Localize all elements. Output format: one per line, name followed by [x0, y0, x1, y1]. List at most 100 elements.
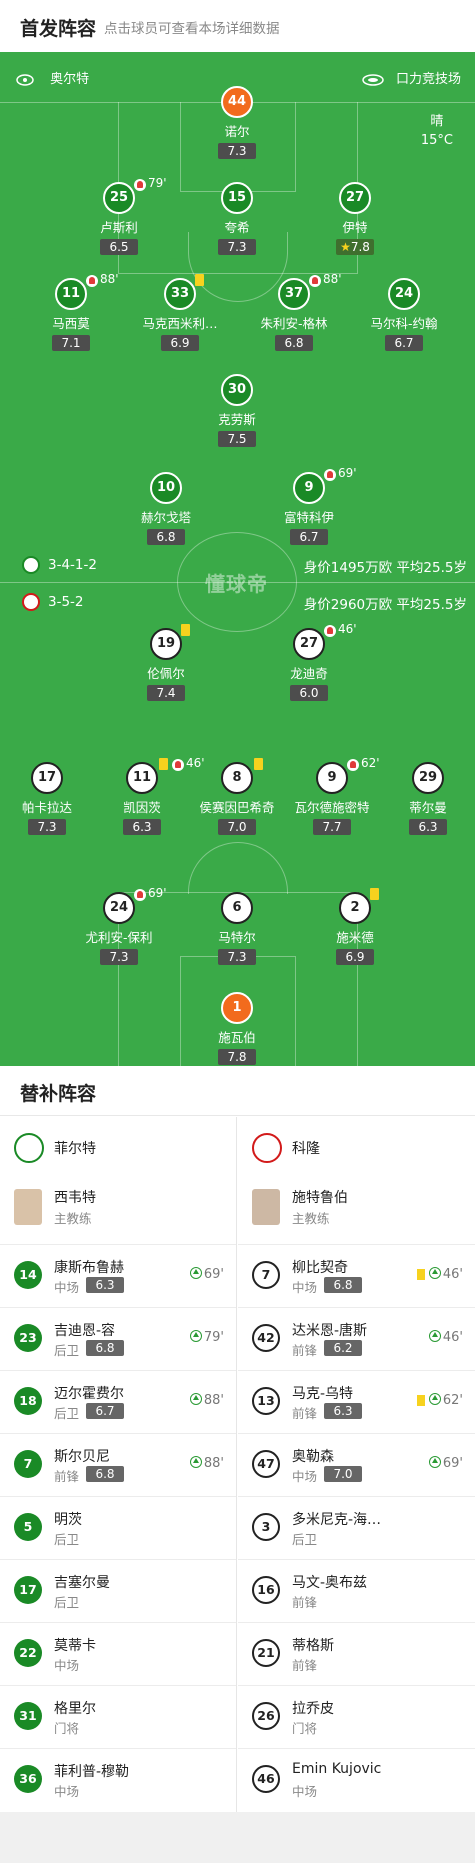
jersey-number: 24 — [388, 278, 420, 310]
lineup-header: 首发阵容 点击球员可查看本场详细数据 — [0, 0, 475, 52]
player-name: 马文-奥布兹 — [292, 1575, 368, 1591]
player-name: 伦佩尔 — [147, 666, 185, 681]
weather-info: 晴 15°C — [421, 112, 453, 150]
player-marker[interactable]: 30 克劳斯 7.5 — [182, 374, 292, 447]
sub-player-row[interactable]: 22 莫蒂卡 中场 — [0, 1623, 236, 1686]
sub-player-row[interactable]: 26 拉乔皮 门将 — [238, 1686, 475, 1749]
sub-player-row[interactable]: 7 斯尔贝尼 前锋 6.8 88' — [0, 1434, 236, 1497]
player-marker[interactable]: 27 伊特 ★7.8 — [300, 182, 410, 255]
player-marker[interactable]: 24 69' 尤利安-保利 7.3 — [64, 886, 174, 965]
lineup-title: 首发阵容 — [20, 18, 97, 40]
sub-player-row[interactable]: 16 马文-奥布兹 前锋 — [238, 1560, 475, 1623]
player-marker[interactable]: 9 69' 富特科伊 6.7 — [254, 466, 364, 545]
sub-in: 69' — [189, 1267, 224, 1282]
player-marker[interactable]: 2 施米德 6.9 — [300, 888, 410, 965]
player-position: 后卫 — [54, 1532, 80, 1547]
stadium-icon — [362, 73, 384, 86]
sub-player-row[interactable]: 21 蒂格斯 前锋 — [238, 1623, 475, 1686]
sub-in-icon — [428, 1456, 441, 1468]
jersey-number: 26 — [252, 1702, 280, 1730]
player-name: Emin Kujovic — [292, 1761, 382, 1777]
player-name: 夸希 — [224, 220, 250, 235]
player-position: 中场 — [292, 1469, 318, 1484]
sub-player-row[interactable]: 36 菲利普-穆勒 中场 — [0, 1749, 236, 1812]
sub-player-row[interactable]: 23 吉迪恩-容 后卫 6.8 79' — [0, 1308, 236, 1371]
player-marker[interactable]: 33 马克西米利… 6.9 — [125, 274, 235, 351]
jersey-number: 22 — [14, 1639, 42, 1667]
sub-out-icon — [324, 625, 336, 637]
player-position: 前锋 — [54, 1469, 80, 1484]
player-rating: 6.9 — [336, 949, 374, 965]
player-marker[interactable]: 10 赫尔戈塔 6.8 — [111, 472, 221, 545]
jersey-number: 46 — [252, 1765, 280, 1793]
lineup-subtitle: 点击球员可查看本场详细数据 — [104, 21, 280, 37]
yellow-card-icon — [159, 758, 168, 770]
jersey-number: 16 — [252, 1576, 280, 1604]
player-marker[interactable]: 27 46' 龙迪奇 6.0 — [254, 622, 364, 701]
home-team-info: 身价2960万欧 平均25.5岁 — [303, 597, 467, 613]
page-footer-gap — [0, 1812, 475, 1863]
player-marker[interactable]: 37 88' 朱利安-格林 6.8 — [239, 272, 349, 351]
player-rating: 7.4 — [147, 685, 185, 701]
player-rating: 6.7 — [385, 335, 423, 351]
player-name: 莫蒂卡 — [54, 1638, 96, 1654]
player-position: 前锋 — [292, 1595, 318, 1610]
player-marker[interactable]: 9 62' 瓦尔德施密特 7.7 — [277, 756, 387, 835]
jersey-number: 27 — [293, 628, 325, 660]
player-marker[interactable]: 8 侯赛因巴希奇 7.0 — [182, 758, 292, 835]
player-position: 中场 — [54, 1784, 80, 1799]
jersey-number: 21 — [252, 1639, 280, 1667]
sub-minute: 79' — [148, 176, 167, 190]
player-name: 马西莫 — [52, 316, 90, 331]
player-marker[interactable]: 19 伦佩尔 7.4 — [111, 624, 221, 701]
sub-player-row[interactable]: 13 马克-乌特 前锋 6.3 62' — [238, 1371, 475, 1434]
player-marker[interactable]: 29 蒂尔曼 6.3 — [373, 762, 475, 835]
player-position: 门将 — [292, 1721, 318, 1736]
player-name: 达米恩-唐斯 — [292, 1323, 368, 1339]
sub-player-row[interactable]: 47 奥勒森 中场 7.0 69' — [238, 1434, 475, 1497]
player-name: 诺尔 — [224, 124, 250, 139]
sub-player-row[interactable]: 7 柳比契奇 中场 6.8 46' — [238, 1245, 475, 1308]
jersey-number: 44 — [221, 86, 253, 118]
jersey-number: 2 — [339, 892, 371, 924]
player-name: 格里尔 — [54, 1701, 96, 1717]
coach-row[interactable]: 施特鲁伯 主教练 — [238, 1179, 475, 1245]
player-rating: 6.2 — [324, 1340, 362, 1356]
sub-in: 79' — [189, 1330, 224, 1345]
player-marker[interactable]: 1 施瓦伯 7.8 — [182, 992, 292, 1065]
team-name: 菲尔特 — [54, 1141, 96, 1157]
clover-icon — [22, 556, 40, 574]
player-marker[interactable]: 24 马尔科-约翰 6.7 — [349, 278, 459, 351]
yellow-card-icon — [195, 274, 204, 286]
player-marker[interactable]: 6 马特尔 7.3 — [182, 892, 292, 965]
sub-player-row[interactable]: 5 明茨 后卫 — [0, 1497, 236, 1560]
player-marker[interactable]: 11 46' 凯因茨 6.3 — [87, 756, 205, 835]
player-name: 蒂尔曼 — [409, 800, 447, 815]
player-rating: 7.3 — [218, 143, 256, 159]
sub-in-icon — [189, 1456, 202, 1468]
player-position: 前锋 — [292, 1658, 318, 1673]
sub-player-row[interactable]: 42 达米恩-唐斯 前锋 6.2 46' — [238, 1308, 475, 1371]
sub-minute: 88' — [100, 272, 119, 286]
venue-label: 口力竞技场 — [362, 68, 461, 87]
coach-name: 西韦特 — [54, 1190, 96, 1206]
sub-in-icon — [428, 1330, 441, 1342]
player-marker[interactable]: 44 诺尔 7.3 — [182, 86, 292, 159]
sub-player-row[interactable]: 31 格里尔 门将 — [0, 1686, 236, 1749]
sub-out-icon — [324, 469, 336, 481]
player-rating: 6.3 — [123, 819, 161, 835]
sub-player-row[interactable]: 14 康斯布鲁赫 中场 6.3 69' — [0, 1245, 236, 1308]
team-row: 菲尔特 — [0, 1117, 236, 1179]
coach-row[interactable]: 西韦特 主教练 — [0, 1179, 236, 1245]
player-rating: 7.3 — [218, 239, 256, 255]
sub-player-row[interactable]: 17 吉塞尔曼 后卫 — [0, 1560, 236, 1623]
sub-player-row[interactable]: 18 迈尔霍费尔 后卫 6.7 88' — [0, 1371, 236, 1434]
sub-player-row[interactable]: 46 Emin Kujovic 中场 — [238, 1749, 475, 1812]
away-team-name: 奥尔特 — [50, 72, 90, 87]
subs-header: 替补阵容 — [0, 1066, 475, 1116]
sub-player-row[interactable]: 3 多米尼克-海… 后卫 — [238, 1497, 475, 1560]
player-marker[interactable]: 11 88' 马西莫 7.1 — [16, 272, 126, 351]
player-marker[interactable]: 15 夸希 7.3 — [182, 182, 292, 255]
away-formation-value: 3-4-1-2 — [48, 557, 97, 573]
player-marker[interactable]: 25 79' 卢斯利 6.5 — [64, 176, 174, 255]
